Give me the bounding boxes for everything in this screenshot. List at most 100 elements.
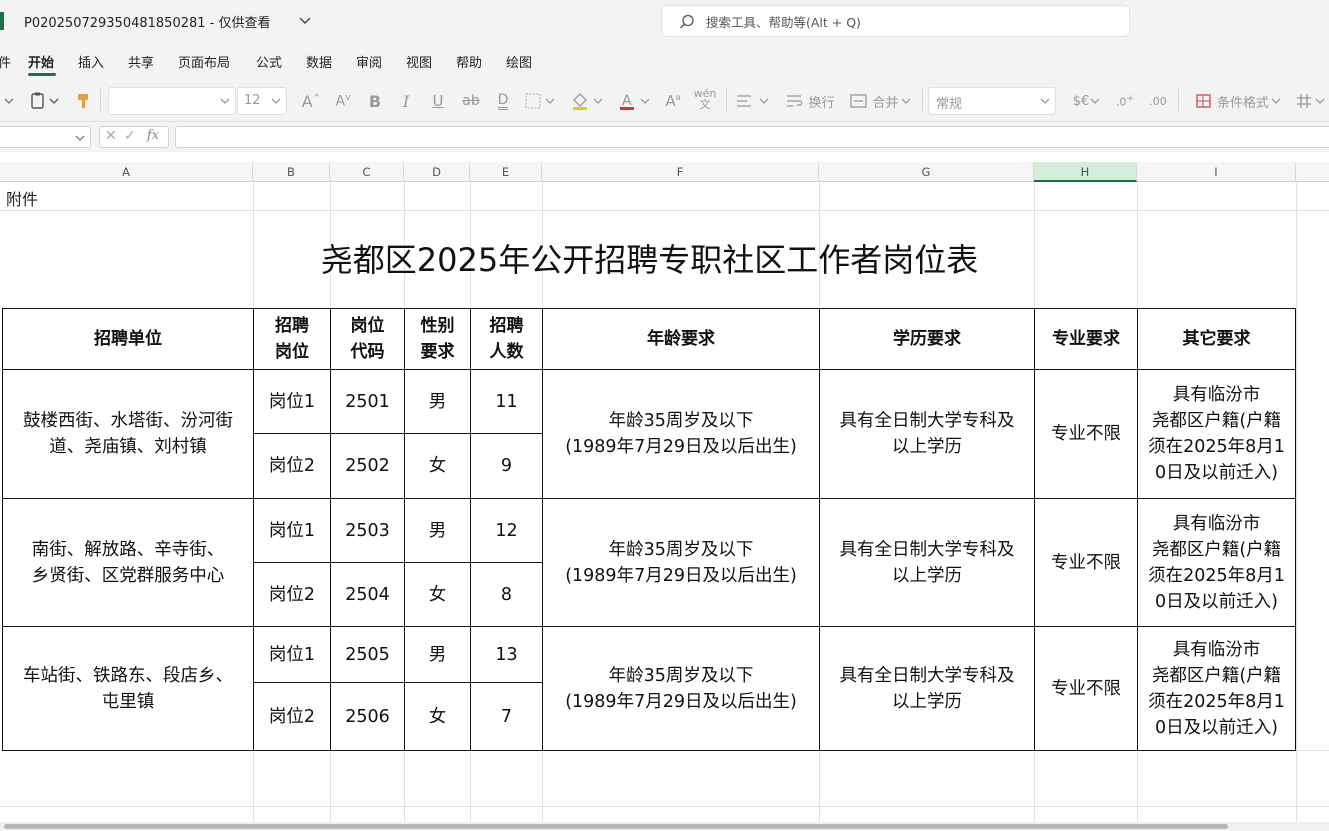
unit-cell[interactable]: 南街、解放路、辛寺街、 乡贤街、区党群服务中心 bbox=[2, 498, 253, 626]
major-cell[interactable]: 专业不限 bbox=[1034, 369, 1137, 498]
count-cell[interactable]: 8 bbox=[470, 562, 542, 626]
column-header-f[interactable]: F bbox=[542, 162, 819, 182]
gender-cell[interactable]: 男 bbox=[404, 369, 470, 433]
count-cell[interactable]: 11 bbox=[470, 369, 542, 433]
other-cell[interactable]: 具有临汾市 尧都区户籍(户籍 须在2025年8月1 0日及以前迁入) bbox=[1137, 626, 1296, 751]
font-family-dropdown[interactable] bbox=[108, 87, 236, 115]
font-color-icon[interactable]: A bbox=[617, 90, 655, 112]
toolbar-separator bbox=[100, 89, 101, 111]
column-header-e[interactable]: E bbox=[470, 162, 542, 182]
italic-icon[interactable]: I bbox=[397, 90, 415, 112]
post-cell[interactable]: 岗位1 bbox=[253, 626, 330, 682]
menu-data[interactable]: 数据 bbox=[306, 52, 332, 71]
menu-share[interactable]: 共享 bbox=[128, 52, 154, 71]
post-cell[interactable]: 岗位1 bbox=[253, 369, 330, 433]
gender-cell[interactable]: 女 bbox=[404, 433, 470, 498]
age-cell[interactable]: 年龄35周岁及以下 (1989年7月29日及以后出生) bbox=[542, 626, 819, 751]
search-input[interactable] bbox=[706, 12, 1106, 32]
gender-cell[interactable]: 男 bbox=[404, 626, 470, 682]
insert-function-icon[interactable]: fx bbox=[147, 128, 159, 143]
age-cell[interactable]: 年龄35周岁及以下 (1989年7月29日及以后出生) bbox=[542, 369, 819, 498]
menu-review[interactable]: 审阅 bbox=[356, 52, 382, 71]
menu-formulas[interactable]: 公式 bbox=[256, 52, 282, 71]
number-format-dropdown[interactable]: 常规 bbox=[928, 87, 1056, 115]
search-box[interactable] bbox=[661, 5, 1130, 37]
post-cell[interactable]: 岗位2 bbox=[253, 682, 330, 751]
format-painter-icon[interactable] bbox=[74, 90, 92, 112]
header-count: 招聘 人数 bbox=[470, 308, 542, 369]
cancel-icon[interactable]: ✕ bbox=[105, 128, 117, 144]
underline-icon[interactable]: U bbox=[429, 90, 447, 112]
count-cell[interactable]: 7 bbox=[470, 682, 542, 751]
code-cell[interactable]: 2505 bbox=[330, 626, 404, 682]
gender-cell[interactable]: 女 bbox=[404, 682, 470, 751]
decrease-font-icon[interactable]: Av bbox=[332, 90, 354, 112]
age-cell[interactable]: 年龄35周岁及以下 (1989年7月29日及以后出生) bbox=[542, 498, 819, 626]
column-header-g[interactable]: G bbox=[819, 162, 1034, 182]
column-header-c[interactable]: C bbox=[330, 162, 404, 182]
merge-button[interactable]: 合并 bbox=[846, 90, 916, 112]
double-underline-icon[interactable]: D bbox=[494, 90, 512, 112]
code-cell[interactable]: 2501 bbox=[330, 369, 404, 433]
code-cell[interactable]: 2502 bbox=[330, 433, 404, 498]
menu-help[interactable]: 帮助 bbox=[456, 52, 482, 71]
code-cell[interactable]: 2506 bbox=[330, 682, 404, 751]
code-cell[interactable]: 2504 bbox=[330, 562, 404, 626]
conditional-format-button[interactable]: 条件格式 bbox=[1188, 90, 1290, 112]
post-cell[interactable]: 岗位1 bbox=[253, 498, 330, 562]
formula-bar: ✕ ✓ fx bbox=[0, 122, 1329, 152]
align-icon[interactable] bbox=[734, 90, 774, 112]
menu-home[interactable]: 开始 bbox=[28, 52, 54, 71]
menu-draw[interactable]: 绘图 bbox=[506, 52, 532, 71]
column-header-i[interactable]: I bbox=[1137, 162, 1296, 182]
decrease-decimal-icon[interactable]: .00 bbox=[1146, 90, 1170, 112]
edu-cell[interactable]: 具有全日制大学专科及 以上学历 bbox=[819, 369, 1034, 498]
menu-file[interactable]: 件 bbox=[0, 52, 11, 71]
column-header-d[interactable]: D bbox=[404, 162, 470, 182]
unit-cell[interactable]: 车站街、铁路东、段店乡、 屯里镇 bbox=[2, 626, 253, 751]
formula-input[interactable] bbox=[175, 126, 1329, 148]
edu-cell[interactable]: 具有全日制大学专科及 以上学历 bbox=[819, 498, 1034, 626]
strikethrough-icon[interactable]: ab bbox=[461, 90, 481, 112]
unit-cell[interactable]: 鼓楼西街、水塔街、汾河街 道、尧庙镇、刘村镇 bbox=[2, 369, 253, 498]
document-title[interactable]: P020250729350481850281 - 仅供查看 bbox=[24, 12, 271, 31]
scrollbar-thumb[interactable] bbox=[4, 824, 1228, 829]
app-logo-icon bbox=[0, 12, 4, 30]
menu-insert[interactable]: 插入 bbox=[78, 52, 104, 71]
code-cell[interactable]: 2503 bbox=[330, 498, 404, 562]
major-cell[interactable]: 专业不限 bbox=[1034, 626, 1137, 751]
chevron-down-icon[interactable] bbox=[0, 90, 18, 112]
gender-cell[interactable]: 男 bbox=[404, 498, 470, 562]
menu-page-layout[interactable]: 页面布局 bbox=[178, 52, 230, 71]
column-header-a[interactable]: A bbox=[0, 162, 253, 182]
increase-font-icon[interactable]: A^ bbox=[300, 90, 322, 112]
wrap-text-button[interactable]: 换行 bbox=[782, 90, 838, 112]
edu-cell[interactable]: 具有全日制大学专科及 以上学历 bbox=[819, 626, 1034, 751]
increase-decimal-icon[interactable]: .0+ bbox=[1114, 90, 1136, 112]
currency-format-icon[interactable]: $€ bbox=[1068, 90, 1106, 112]
other-cell[interactable]: 具有临汾市 尧都区户籍(户籍 须在2025年8月1 0日及以前迁入) bbox=[1137, 498, 1296, 626]
other-cell[interactable]: 具有临汾市 尧都区户籍(户籍 须在2025年8月1 0日及以前迁入) bbox=[1137, 369, 1296, 498]
count-cell[interactable]: 12 bbox=[470, 498, 542, 562]
font-size-dropdown[interactable]: 12 bbox=[237, 87, 287, 115]
phonetic-guide-icon[interactable]: wén 文 bbox=[694, 88, 717, 110]
name-box[interactable] bbox=[0, 126, 91, 148]
horizontal-scrollbar[interactable] bbox=[0, 822, 1329, 831]
confirm-icon[interactable]: ✓ bbox=[124, 128, 136, 144]
borders-icon[interactable] bbox=[524, 90, 560, 112]
chevron-down-icon[interactable] bbox=[298, 12, 312, 28]
bold-icon[interactable]: B bbox=[366, 90, 384, 112]
major-cell[interactable]: 专业不限 bbox=[1034, 498, 1137, 626]
post-cell[interactable]: 岗位2 bbox=[253, 433, 330, 498]
count-cell[interactable]: 13 bbox=[470, 626, 542, 682]
column-header-b[interactable]: B bbox=[253, 162, 330, 182]
gender-cell[interactable]: 女 bbox=[404, 562, 470, 626]
count-cell[interactable]: 9 bbox=[470, 433, 542, 498]
column-header-h[interactable]: H bbox=[1034, 162, 1137, 182]
post-cell[interactable]: 岗位2 bbox=[253, 562, 330, 626]
menu-view[interactable]: 视图 bbox=[406, 52, 432, 71]
paste-icon[interactable] bbox=[28, 90, 66, 112]
text-effects-icon[interactable]: Aa bbox=[662, 90, 684, 112]
table-format-icon[interactable] bbox=[1294, 90, 1328, 112]
fill-color-icon[interactable] bbox=[570, 90, 608, 112]
